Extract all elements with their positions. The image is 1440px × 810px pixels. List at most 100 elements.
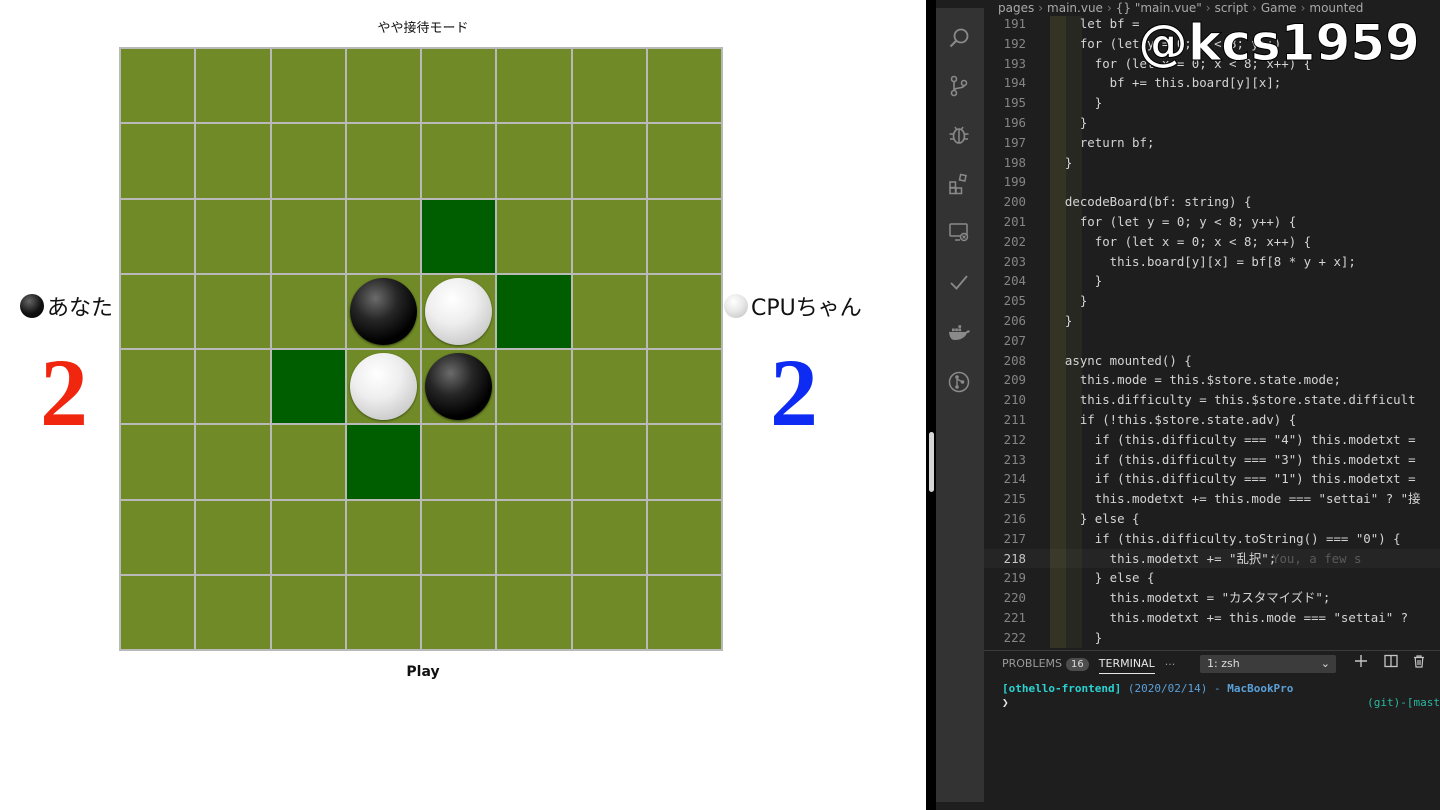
board-cell[interactable] — [497, 500, 571, 574]
board-cell[interactable] — [121, 500, 195, 574]
code-text: for (let y = 0; y < 8; y++) { — [1050, 214, 1297, 229]
board-cell[interactable] — [497, 49, 571, 123]
board-cell[interactable] — [121, 425, 195, 499]
board-cell[interactable] — [196, 350, 270, 424]
terminal-git-status: (git)-[mast — [1367, 696, 1440, 709]
board-cell[interactable] — [196, 49, 270, 123]
debug-icon[interactable] — [946, 123, 972, 149]
board-cell[interactable] — [497, 425, 571, 499]
breadcrumb-item[interactable]: {} "main.vue" — [1116, 1, 1202, 15]
board-cell[interactable] — [346, 575, 420, 649]
board-cell[interactable] — [422, 274, 496, 348]
board-cell[interactable] — [271, 199, 345, 273]
code-line: 199 — [984, 172, 1440, 192]
board-cell[interactable] — [271, 575, 345, 649]
split-drag-handle[interactable] — [929, 432, 934, 492]
board-cell[interactable] — [647, 124, 721, 198]
tab-terminal[interactable]: TERMINAL — [1098, 657, 1155, 674]
board-cell[interactable] — [647, 425, 721, 499]
play-button[interactable]: Play — [0, 664, 846, 680]
breadcrumb-item[interactable]: script — [1215, 1, 1248, 15]
board-cell[interactable] — [422, 350, 496, 424]
board-cell[interactable] — [497, 575, 571, 649]
board-cell[interactable] — [497, 124, 571, 198]
extensions-icon[interactable] — [946, 172, 972, 198]
board-cell[interactable] — [121, 350, 195, 424]
check-icon[interactable] — [946, 270, 972, 296]
new-terminal-button[interactable] — [1351, 653, 1371, 673]
board-cell[interactable] — [647, 49, 721, 123]
board-cell[interactable] — [422, 49, 496, 123]
code-line: 206 } — [984, 311, 1440, 331]
board-cell[interactable] — [121, 49, 195, 123]
board-cell-hint[interactable] — [422, 199, 496, 273]
board-cell[interactable] — [346, 350, 420, 424]
docker-icon[interactable] — [946, 320, 972, 346]
board-cell[interactable] — [647, 575, 721, 649]
board-cell[interactable] — [346, 199, 420, 273]
board-cell[interactable] — [121, 274, 195, 348]
board-cell[interactable] — [196, 425, 270, 499]
board-cell[interactable] — [497, 350, 571, 424]
board-cell[interactable] — [121, 199, 195, 273]
board-cell[interactable] — [422, 575, 496, 649]
line-number: 211 — [1003, 412, 1026, 427]
board-cell[interactable] — [647, 350, 721, 424]
board-cell[interactable] — [647, 500, 721, 574]
board-cell[interactable] — [346, 274, 420, 348]
board-cell[interactable] — [647, 199, 721, 273]
code-text: if (!this.$store.state.adv) { — [1050, 412, 1297, 427]
source-control-icon[interactable] — [946, 74, 972, 100]
board-cell[interactable] — [497, 199, 571, 273]
code-area[interactable]: 191 let bf = 192 for (let y = 0; y < 8; … — [984, 16, 1440, 648]
board-cell[interactable] — [346, 49, 420, 123]
board-cell-hint[interactable] — [346, 425, 420, 499]
tab-problems[interactable]: PROBLEMS 16 — [1002, 657, 1089, 674]
board-cell[interactable] — [422, 124, 496, 198]
kill-terminal-button[interactable] — [1409, 653, 1429, 673]
board-cell[interactable] — [196, 199, 270, 273]
board-cell[interactable] — [121, 575, 195, 649]
board-cell[interactable] — [572, 575, 646, 649]
more-tabs-button[interactable]: ··· — [1165, 658, 1176, 674]
breadcrumb-item[interactable]: main.vue — [1047, 1, 1103, 15]
board-cell[interactable] — [271, 425, 345, 499]
board-cell-hint[interactable] — [497, 274, 571, 348]
board-cell[interactable] — [572, 199, 646, 273]
breadcrumb-item[interactable]: mounted — [1309, 1, 1363, 15]
breadcrumb-item[interactable]: pages — [998, 1, 1034, 15]
board-cell[interactable] — [572, 500, 646, 574]
breadcrumb-item[interactable]: Game — [1261, 1, 1297, 15]
code-text: this.modetxt += "乱択"; — [1050, 550, 1277, 566]
board-cell[interactable] — [572, 49, 646, 123]
board-cell[interactable] — [572, 274, 646, 348]
board-cell[interactable] — [422, 500, 496, 574]
code-text: this.mode = this.$store.state.mode; — [1050, 372, 1341, 388]
board-cell[interactable] — [271, 49, 345, 123]
board-cell[interactable] — [422, 425, 496, 499]
git-graph-icon[interactable] — [946, 370, 972, 396]
board-cell[interactable] — [271, 274, 345, 348]
board-cell[interactable] — [271, 124, 345, 198]
remote-explorer-icon[interactable] — [946, 220, 972, 246]
board-cell[interactable] — [572, 124, 646, 198]
board-cell[interactable] — [196, 124, 270, 198]
split-terminal-button[interactable] — [1381, 653, 1401, 673]
board-cell[interactable] — [196, 575, 270, 649]
board-cell[interactable] — [196, 274, 270, 348]
board-cell-hint[interactable] — [271, 350, 345, 424]
code-line: 204 } — [984, 271, 1440, 291]
board-cell[interactable] — [271, 500, 345, 574]
board-cell[interactable] — [647, 274, 721, 348]
board-cell[interactable] — [196, 500, 270, 574]
board-cell[interactable] — [346, 500, 420, 574]
line-number: 204 — [1003, 273, 1026, 289]
search-icon[interactable] — [946, 26, 972, 52]
terminal-output[interactable]: [othello-frontend] (2020/02/14) - MacBoo… — [1002, 682, 1440, 710]
code-line: 198 } — [984, 153, 1440, 173]
board-cell[interactable] — [346, 124, 420, 198]
board-cell[interactable] — [572, 350, 646, 424]
board-cell[interactable] — [572, 425, 646, 499]
terminal-select[interactable]: 1: zsh ⌄ — [1200, 655, 1336, 673]
board-cell[interactable] — [121, 124, 195, 198]
